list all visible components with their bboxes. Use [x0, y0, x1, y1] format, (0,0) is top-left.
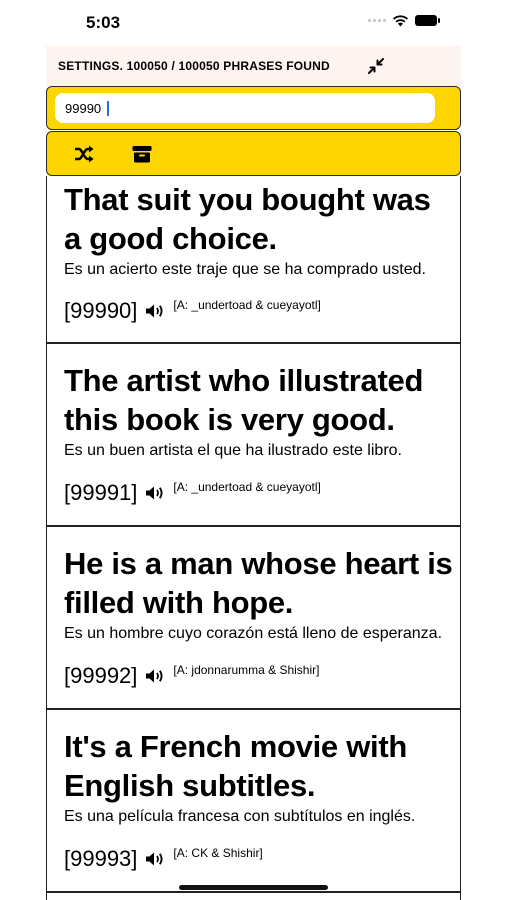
shuffle-icon[interactable] — [73, 144, 95, 164]
speaker-icon[interactable] — [145, 485, 165, 501]
wifi-icon — [393, 15, 408, 27]
phrase-card[interactable]: That suit you bought was a good choice. … — [47, 176, 460, 344]
phrase-meta: [99992] [A: jdonnarumma & Shishir] — [64, 663, 319, 689]
translation-text: Es un buen artista el que ha ilustrado e… — [64, 442, 402, 459]
search-input[interactable] — [55, 93, 435, 123]
translation-text: Es un hombre cuyo corazón está lleno de … — [64, 625, 443, 642]
speaker-icon[interactable] — [145, 851, 165, 867]
toolbar — [46, 131, 461, 176]
phrase-meta: [99993] [A: CK & Shishir] — [64, 846, 263, 872]
status-time: 5:03 — [86, 13, 121, 32]
phrase-text: That suit you bought was a good choice. — [64, 182, 431, 256]
header-bar: SETTINGS. 100050 / 100050 PHRASES FOUND — [46, 46, 461, 86]
phrase-text: He is a man whose heart is filled with h… — [64, 546, 453, 620]
search-bar — [46, 86, 461, 130]
phrase-id: [99993] — [64, 846, 138, 871]
phrase-list[interactable]: That suit you bought was a good choice. … — [46, 176, 461, 900]
attribution: [A: CK & Shishir] — [173, 846, 263, 860]
battery-icon — [415, 15, 440, 26]
phrase-id: [99991] — [64, 480, 138, 505]
archive-icon[interactable] — [131, 144, 153, 164]
cellular-signal-icon — [368, 19, 386, 22]
phrase-meta: [99990] [A: _undertoad & cueyayotl] — [64, 298, 321, 324]
phrases-found-title[interactable]: SETTINGS. 100050 / 100050 PHRASES FOUND — [58, 59, 330, 73]
status-bar: 5:03 — [0, 0, 507, 46]
text-cursor — [107, 101, 109, 116]
translation-text: Es una película francesa con subtítulos … — [64, 808, 416, 825]
phrase-text: The artist who illustrated this book is … — [64, 363, 424, 437]
phrase-card[interactable]: He is a man whose heart is filled with h… — [47, 527, 460, 710]
phrase-card[interactable]: The artist who illustrated this book is … — [47, 344, 460, 527]
phrase-id: [99990] — [64, 298, 138, 323]
attribution: [A: _undertoad & cueyayotl] — [173, 298, 321, 312]
attribution: [A: jdonnarumma & Shishir] — [173, 663, 320, 677]
speaker-icon[interactable] — [145, 668, 165, 684]
phrase-meta: [99991] [A: _undertoad & cueyayotl] — [64, 480, 321, 506]
phrase-id: [99992] — [64, 663, 138, 688]
phrase-card[interactable]: It's a French movie with English subtitl… — [47, 710, 460, 893]
home-indicator[interactable] — [179, 885, 328, 890]
status-indicators — [368, 14, 440, 27]
attribution: [A: _undertoad & cueyayotl] — [173, 480, 321, 494]
translation-text: Es un acierto este traje que se ha compr… — [64, 261, 426, 278]
collapse-icon[interactable] — [366, 56, 386, 76]
speaker-icon[interactable] — [145, 303, 165, 319]
phrase-text: It's a French movie with English subtitl… — [64, 729, 407, 803]
